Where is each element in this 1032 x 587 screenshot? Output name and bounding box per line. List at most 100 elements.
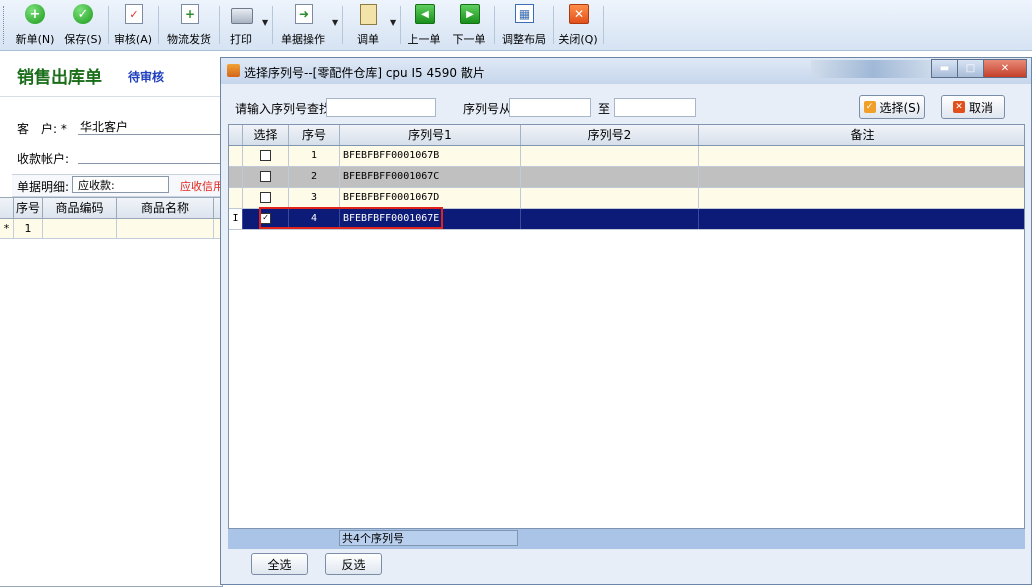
- column-header-serial1[interactable]: 序列号1: [340, 125, 521, 145]
- form-status-badge: 待审核: [128, 70, 165, 84]
- serial-grid-header: 选择 序号 序列号1 序列号2 备注: [229, 125, 1024, 146]
- serial1-cell: BFEBFBFF0001067E: [340, 209, 521, 229]
- table-row[interactable]: 1 BFEBFBFF0001067B: [229, 146, 1024, 167]
- transfer-button-label: 调单: [357, 33, 379, 46]
- range-from-label: 序列号从: [463, 102, 512, 116]
- account-label: 收款帐户:: [17, 152, 70, 166]
- print-button-label: 打印: [230, 33, 252, 46]
- select-cell[interactable]: [243, 188, 289, 208]
- select-cell[interactable]: ✓: [243, 209, 289, 229]
- grid-header-cell[interactable]: 商品编码: [43, 198, 117, 218]
- save-button-label: 保存(S): [64, 33, 102, 46]
- shipping-button[interactable]: + 物流发货: [162, 0, 216, 50]
- toolbar-separator: [219, 6, 220, 44]
- row-checkbox[interactable]: [260, 149, 271, 161]
- serial2-cell[interactable]: [521, 209, 699, 229]
- note-cell[interactable]: [699, 188, 1024, 208]
- table-row-selected[interactable]: I ✓ 4 BFEBFBFF0001067E: [229, 207, 1024, 230]
- credit-label: 应收信用: [180, 180, 224, 193]
- table-row[interactable]: 2 BFEBFBFF0001067C: [229, 167, 1024, 188]
- adjust-layout-button[interactable]: ▦ 调整布局: [497, 0, 551, 50]
- table-cell[interactable]: [117, 219, 214, 238]
- customer-label: 客 户: *: [17, 122, 67, 136]
- account-field[interactable]: [78, 163, 222, 164]
- next-button-label: 下一单: [452, 33, 486, 46]
- range-to-input[interactable]: [614, 98, 696, 117]
- select-cell[interactable]: [243, 146, 289, 166]
- toolbar-separator: [342, 6, 343, 44]
- invert-selection-button[interactable]: 反选: [325, 553, 382, 575]
- toolbar-grip[interactable]: [3, 6, 6, 44]
- minimize-button[interactable]: ▬: [931, 59, 958, 78]
- toolbar-separator: [158, 6, 159, 44]
- close-icon: ✕: [569, 4, 589, 24]
- document-action-button[interactable]: ➜ 单据操作: [275, 0, 331, 50]
- toolbar-separator: [272, 6, 273, 44]
- column-header-note[interactable]: 备注: [699, 125, 1024, 145]
- cancel-x-icon: ✕: [952, 101, 965, 113]
- save-button[interactable]: ✓ 保存(S): [60, 0, 106, 50]
- print-button[interactable]: 打印: [222, 0, 260, 50]
- close-icon: ✕: [1000, 63, 1010, 74]
- select-button[interactable]: ✓ 选择(S): [859, 95, 925, 119]
- serial2-cell[interactable]: [521, 188, 699, 208]
- index-cell: 2: [289, 167, 340, 187]
- document-action-dropdown-arrow-icon[interactable]: ▼: [332, 18, 338, 27]
- table-cell[interactable]: [43, 219, 117, 238]
- grid-header-cell[interactable]: 序号: [14, 198, 43, 218]
- detail-label: 单据明细:: [17, 180, 70, 194]
- customer-field[interactable]: 华北客户: [80, 118, 128, 135]
- serial1-cell: BFEBFBFF0001067D: [340, 188, 521, 208]
- serial1-cell: BFEBFBFF0001067C: [340, 167, 521, 187]
- maximize-icon: □: [965, 63, 976, 74]
- window-close-button[interactable]: ✕: [983, 59, 1027, 78]
- next-icon: ▶: [460, 4, 480, 24]
- minimize-icon: ▬: [939, 63, 950, 74]
- select-check-icon: ✓: [863, 101, 876, 113]
- column-header-select[interactable]: 选择: [243, 125, 289, 145]
- range-from-input[interactable]: [509, 98, 591, 117]
- search-label: 请输入序列号查找:: [235, 102, 336, 116]
- next-button[interactable]: ▶ 下一单: [447, 0, 491, 50]
- close-button[interactable]: ✕ 关闭(Q): [555, 0, 601, 50]
- select-all-button[interactable]: 全选: [251, 553, 308, 575]
- prev-button[interactable]: ◀ 上一单: [402, 0, 446, 50]
- note-cell[interactable]: [699, 209, 1024, 229]
- cancel-button[interactable]: ✕ 取消: [941, 95, 1005, 119]
- print-dropdown-arrow-icon[interactable]: ▼: [262, 18, 268, 27]
- row-checkbox[interactable]: [260, 191, 271, 203]
- row-checkbox-checked[interactable]: ✓: [260, 212, 271, 224]
- grid-header-cell[interactable]: 商品名称: [117, 198, 214, 218]
- new-button[interactable]: + 新单(N): [12, 0, 58, 50]
- add-icon: +: [25, 4, 45, 24]
- maximize-button[interactable]: □: [957, 59, 984, 78]
- search-panel: 请输入序列号查找: 序列号从 至 ✓ 选择(S) ✕ 取消: [227, 90, 1025, 122]
- note-cell[interactable]: [699, 167, 1024, 187]
- row-checkbox[interactable]: [260, 170, 271, 182]
- grid-summary-bar: 共4个序列号: [228, 528, 1025, 549]
- transfer-dropdown-arrow-icon[interactable]: ▼: [390, 18, 396, 27]
- select-button-label: 选择(S): [879, 100, 921, 115]
- serial2-cell[interactable]: [521, 167, 699, 187]
- serial-search-input[interactable]: [326, 98, 436, 117]
- select-cell[interactable]: [243, 167, 289, 187]
- transfer-button[interactable]: 调单: [346, 0, 390, 50]
- shipping-button-label: 物流发货: [167, 33, 211, 46]
- serial2-cell[interactable]: [521, 146, 699, 166]
- row-marker: *: [0, 219, 14, 238]
- row-cursor-marker: I: [229, 209, 243, 229]
- window-controls: ▬ □ ✕: [931, 59, 1027, 78]
- column-header-index[interactable]: 序号: [289, 125, 340, 145]
- dialog-title-bar[interactable]: 选择序列号--[零配件仓库] cpu I5 4590 散片 ▬ □ ✕: [221, 58, 1031, 84]
- audit-button[interactable]: ✓ 审核(A): [110, 0, 156, 50]
- table-row[interactable]: * 1: [0, 219, 222, 239]
- note-cell[interactable]: [699, 146, 1024, 166]
- table-row[interactable]: 3 BFEBFBFF0001067D: [229, 188, 1024, 209]
- row-header: [229, 167, 243, 187]
- column-header-serial2[interactable]: 序列号2: [521, 125, 699, 145]
- select-serial-dialog: 选择序列号--[零配件仓库] cpu I5 4590 散片 ▬ □ ✕ 请输入序…: [220, 57, 1032, 585]
- document-action-label: 单据操作: [281, 33, 325, 46]
- close-button-label: 关闭(Q): [558, 33, 598, 46]
- new-button-label: 新单(N): [15, 33, 55, 46]
- app-logo-icon: [227, 64, 240, 77]
